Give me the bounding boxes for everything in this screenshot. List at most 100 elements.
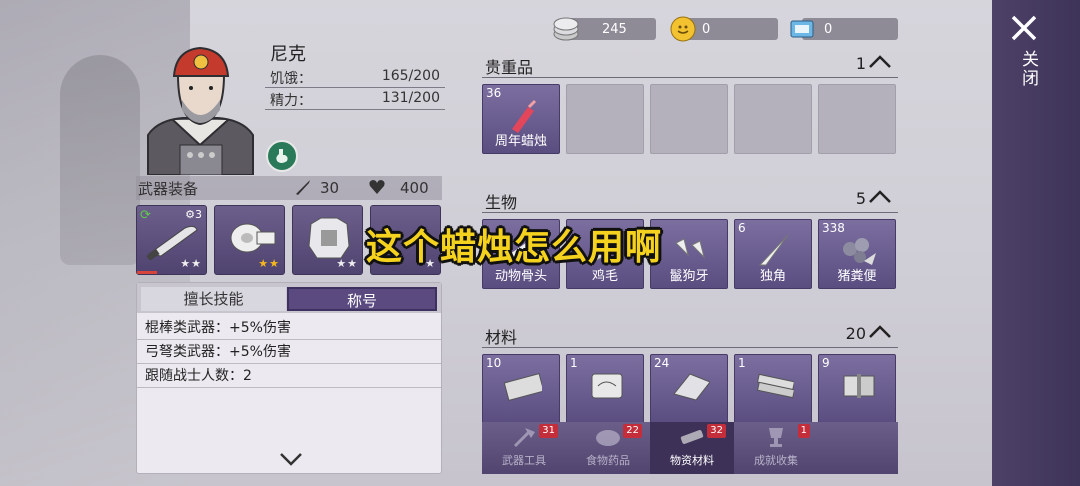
armor-stars: ★★: [336, 257, 358, 270]
item-slot-pig-dung[interactable]: 338 猪粪便: [818, 219, 896, 289]
item-slot-cloth[interactable]: 24: [650, 354, 728, 424]
section-title: 材料: [485, 328, 518, 347]
video-caption: 这个蜡烛怎么用啊: [366, 227, 663, 268]
empty-slot: [650, 84, 728, 154]
item-slot-candle[interactable]: 36 周年蜡烛: [482, 84, 560, 154]
hunger-stat: 饥饿： 165/200: [265, 66, 445, 88]
energy-label: 精力：: [270, 93, 312, 109]
section-creatures[interactable]: 生物 5: [482, 187, 898, 213]
trophy-icon: [769, 428, 783, 447]
item-count: 9: [822, 356, 830, 370]
stomach-icon[interactable]: [266, 140, 298, 172]
section-materials[interactable]: 材料 20: [482, 322, 898, 348]
chevron-up-icon[interactable]: [868, 51, 892, 80]
tab-badge: 22: [623, 424, 642, 438]
bandage-icon: [230, 223, 276, 253]
cloth-icon: [670, 368, 710, 402]
close-rail[interactable]: 关闭: [992, 0, 1080, 486]
equipment-bar: 武器装备 30 400: [136, 176, 442, 200]
chevron-up-icon[interactable]: [868, 186, 892, 215]
silver-coins-icon: [552, 16, 580, 42]
section-count: 1: [855, 54, 866, 73]
item-slot-horn[interactable]: 6 独角: [734, 219, 812, 289]
ticket-counter: 0: [788, 16, 898, 42]
item-slot-hinges[interactable]: 9: [818, 354, 896, 424]
item-slot-toolbox[interactable]: 10: [482, 354, 560, 424]
pipe-icon: [680, 430, 704, 444]
tab-label: 武器工具: [502, 454, 546, 467]
item-slot-planks[interactable]: 1: [734, 354, 812, 424]
heart-icon: [368, 178, 386, 200]
item-label: 鬣狗牙: [669, 269, 709, 284]
item-count: 24: [654, 356, 670, 370]
tab-badge: 1: [797, 424, 810, 438]
accessory-slot[interactable]: ★★: [214, 205, 285, 275]
empty-slot: [566, 84, 644, 154]
energy-value: 131/200: [381, 90, 440, 106]
item-count: 6: [738, 221, 746, 235]
attack-value: 30: [320, 179, 340, 197]
hunger-label: 饥饿：: [270, 71, 312, 87]
dung-icon: [838, 233, 878, 267]
bag-icon: [586, 368, 626, 402]
planks-icon: [754, 368, 794, 402]
close-icon[interactable]: [1010, 14, 1038, 48]
tab-badge: 32: [707, 424, 726, 438]
tab-label: 食物药品: [586, 454, 630, 467]
ticket-value: 0: [802, 18, 898, 40]
gold-coin-icon: [670, 16, 698, 42]
weapon-stars: ★★: [180, 257, 202, 270]
silver-coins-counter: 245: [552, 16, 656, 42]
item-label: 周年蜡烛: [494, 134, 547, 149]
skill-line: 跟随战士人数：2: [137, 364, 441, 388]
section-title: 生物: [485, 193, 518, 212]
section-title: 贵重品: [485, 58, 534, 77]
item-slot-bag[interactable]: 1: [566, 354, 644, 424]
tab-skills[interactable]: 擅长技能: [141, 287, 286, 311]
tab-supplies-materials[interactable]: 32 物资材料: [650, 422, 734, 474]
item-count: 1: [570, 356, 578, 370]
item-count: 36: [486, 86, 502, 100]
equipment-title: 武器装备: [138, 180, 199, 198]
tab-label: 成就收集: [754, 454, 798, 467]
empty-slot: [818, 84, 896, 154]
section-valuables[interactable]: 贵重品 1: [482, 52, 898, 78]
skill-line: 弓弩类武器：+5%伤害: [137, 340, 441, 364]
tab-titles[interactable]: 称号: [287, 287, 437, 311]
candle-icon: [502, 98, 542, 133]
hunger-value: 165/200: [381, 68, 440, 84]
hinge-icon: [838, 368, 878, 402]
accessory-stars: ★★: [258, 257, 280, 270]
health-value: 400: [400, 179, 429, 197]
gold-coin-counter: 0: [670, 16, 778, 42]
tab-achievements[interactable]: 1 成就收集: [734, 422, 818, 474]
section-count: 5: [855, 189, 866, 208]
weapon-slot[interactable]: ⟳ ⚙3 ★★: [136, 205, 207, 275]
sword-icon: [294, 178, 312, 200]
character-name: 尼克: [270, 44, 306, 65]
tab-badge: 31: [539, 424, 558, 438]
tooth-icon: [670, 233, 710, 267]
section-count: 20: [845, 324, 866, 343]
item-count: 1: [738, 356, 746, 370]
armor-slot[interactable]: ★★: [292, 205, 363, 275]
character-portrait[interactable]: [138, 40, 263, 176]
category-tabbar: 31 武器工具 22 食物药品 32 物资材料 1 成就收集: [482, 422, 898, 474]
tab-food-medicine[interactable]: 22 食物药品: [566, 422, 650, 474]
tab-label: 物资材料: [670, 454, 714, 467]
item-label: 猪粪便: [837, 269, 877, 284]
skills-panel: 擅长技能 称号 棍棒类武器：+5%伤害 弓弩类武器：+5%伤害 跟随战士人数：2: [136, 282, 442, 474]
background-figure: [60, 55, 140, 265]
gold-coin-value: 0: [684, 18, 778, 40]
tab-weapons-tools[interactable]: 31 武器工具: [482, 422, 566, 474]
skill-line: 棍棒类武器：+5%伤害: [137, 316, 441, 340]
energy-stat: 精力： 131/200: [265, 88, 445, 110]
chevron-up-icon[interactable]: [868, 321, 892, 350]
chevron-down-icon[interactable]: [279, 451, 303, 470]
close-label[interactable]: 关闭: [1016, 50, 1041, 88]
horn-icon: [754, 233, 794, 267]
empty-slot: [734, 84, 812, 154]
meat-icon: [596, 430, 620, 446]
machete-icon: [146, 225, 198, 260]
item-count: 10: [486, 356, 502, 370]
